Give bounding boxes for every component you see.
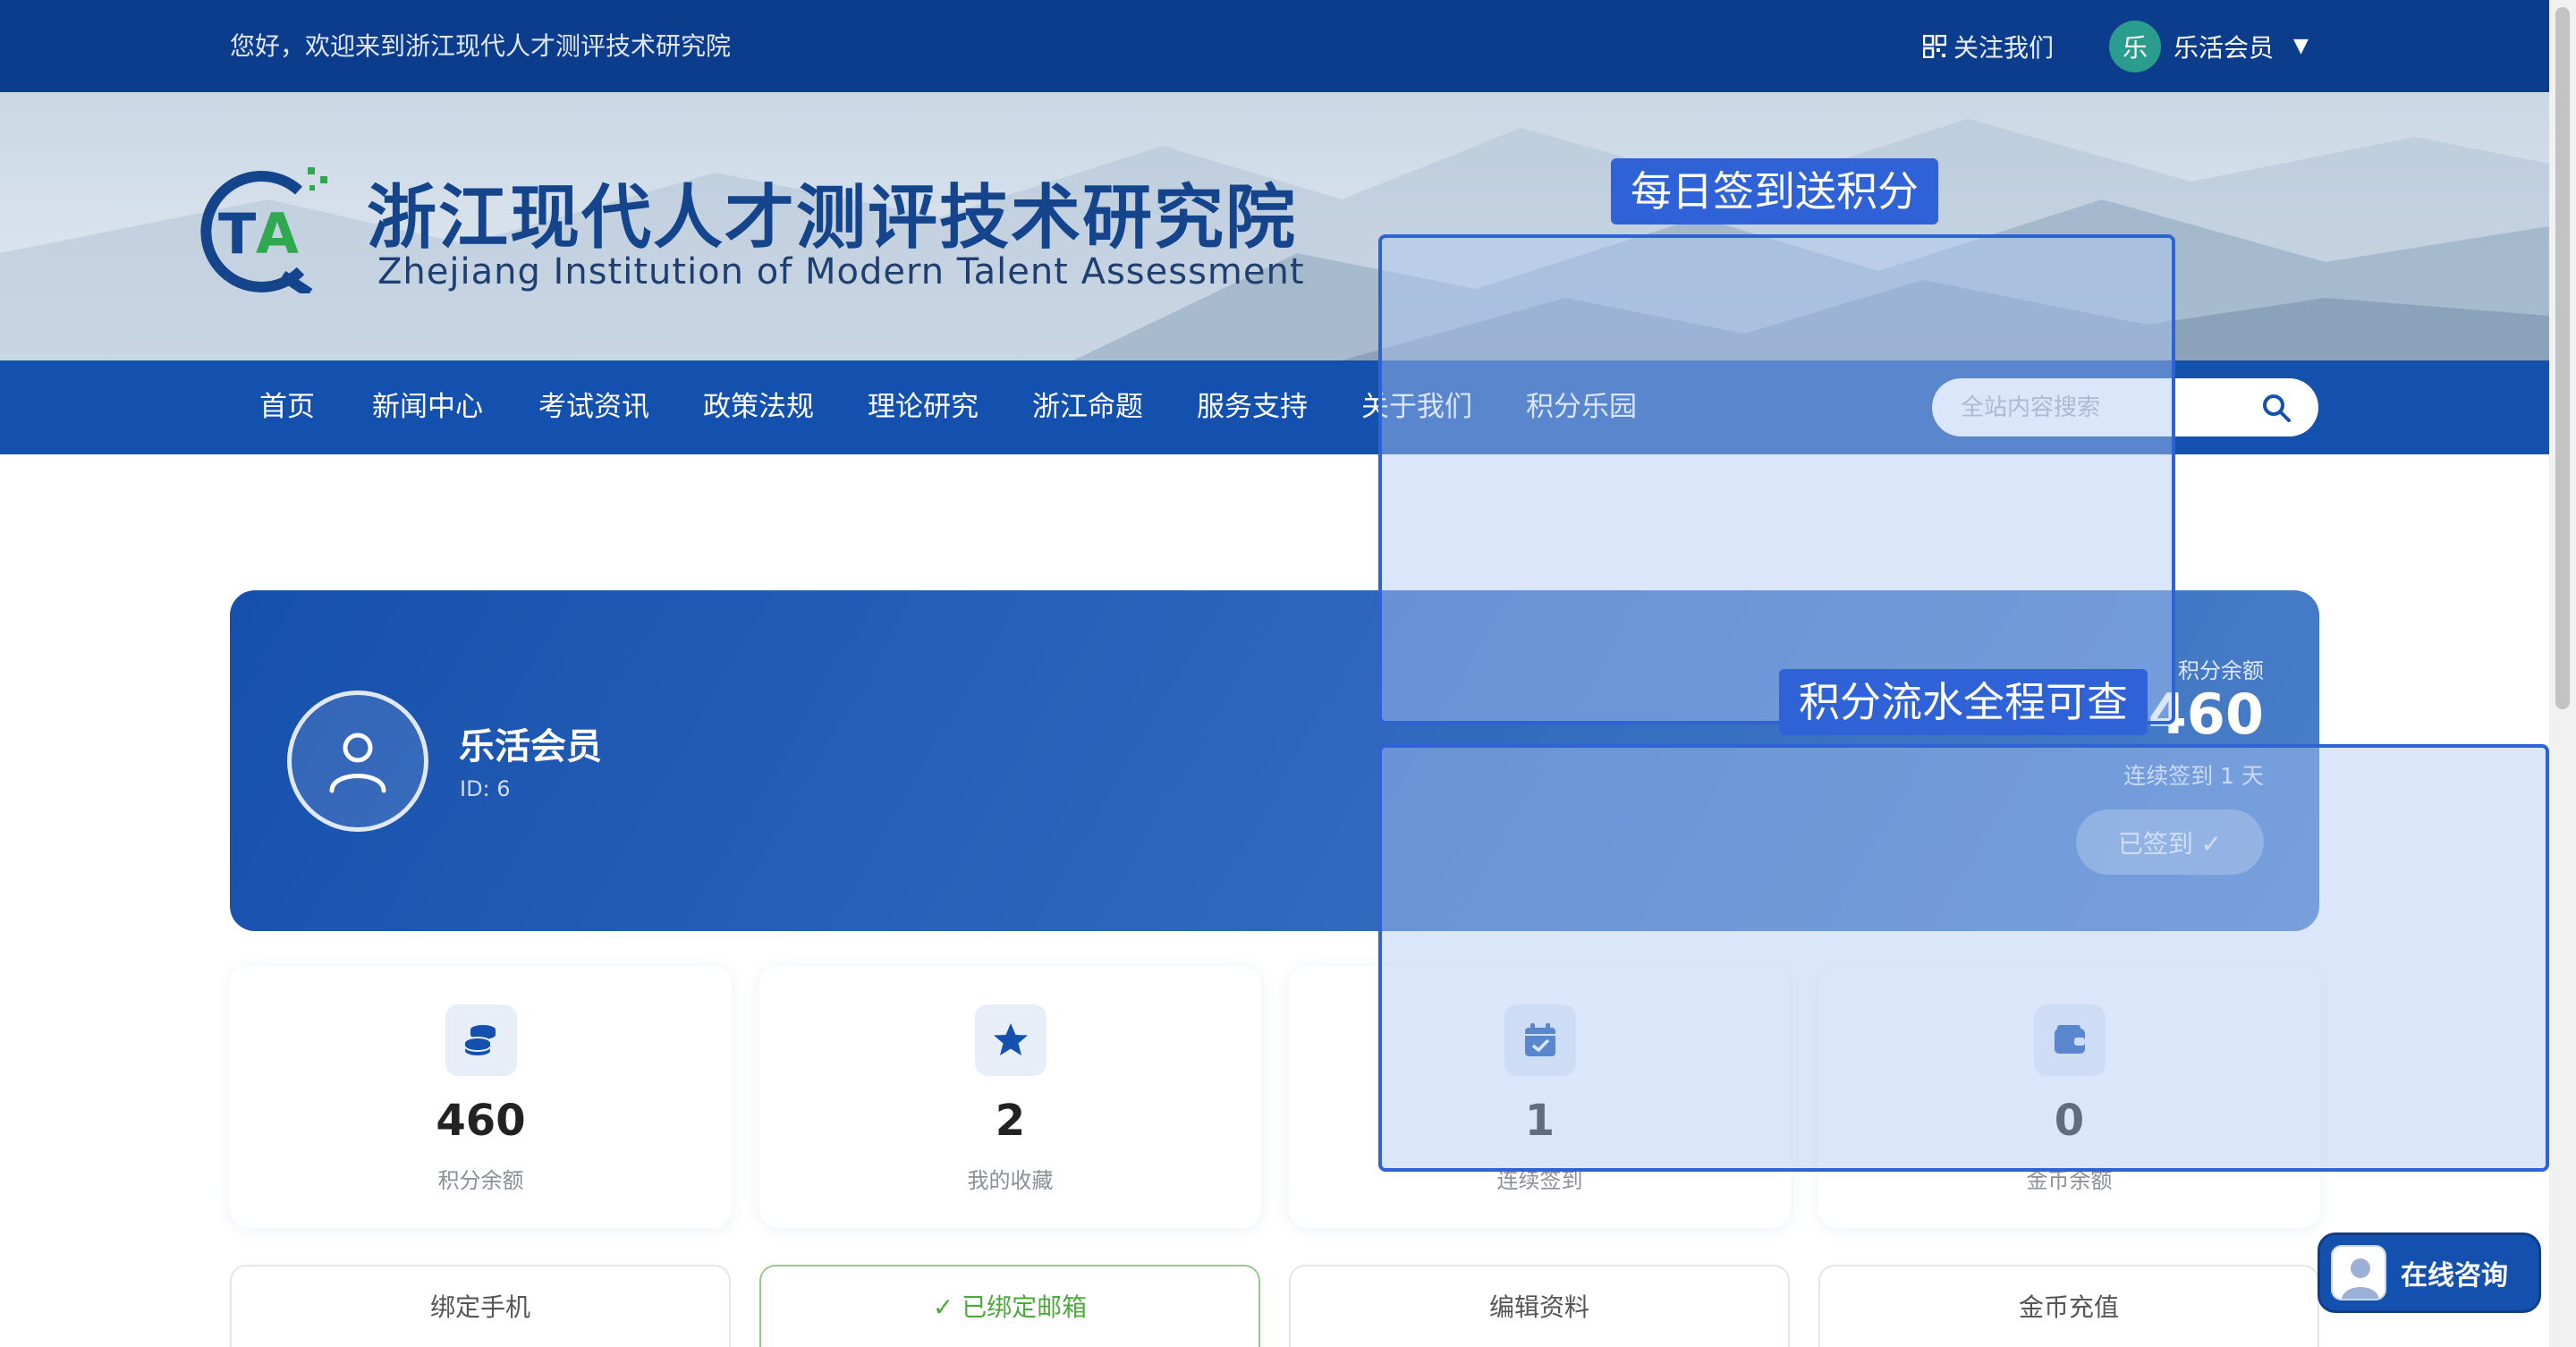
highlight-label-ledger: 积分流水全程可查: [1779, 669, 2148, 735]
coins-icon: [445, 1004, 517, 1076]
follow-us-label: 关注我们: [1953, 32, 2055, 63]
qr-code-icon: [1923, 34, 1946, 58]
welcome-text: 您好，欢迎来到浙江现代人才测评技术研究院: [230, 31, 732, 61]
stat-label: 我的收藏: [967, 1168, 1054, 1193]
highlight-label-signin: 每日签到送积分: [1611, 158, 1938, 224]
scrollbar-thumb[interactable]: [2555, 7, 2570, 709]
email-bound-button[interactable]: ✓ 已绑定邮箱: [759, 1265, 1260, 1347]
stat-label: 积分余额: [437, 1168, 524, 1193]
profile-id: ID: 6: [460, 776, 511, 801]
balance-label: 积分余额: [2178, 658, 2264, 683]
stat-card-points: 460 积分余额: [230, 966, 732, 1228]
chat-label: 在线咨询: [2401, 1260, 2508, 1292]
avatar: 乐: [2109, 20, 2161, 72]
svg-text:T: T: [218, 201, 256, 267]
top-bar: 您好，欢迎来到浙江现代人才测评技术研究院 关注我们 乐 乐活会员 ▼: [0, 0, 2549, 92]
recharge-coins-button[interactable]: 金币充值: [1818, 1265, 2319, 1347]
nav-item-service[interactable]: 服务支持: [1197, 360, 1308, 454]
bind-phone-button[interactable]: 绑定手机: [230, 1265, 731, 1347]
online-chat-button[interactable]: 在线咨询: [2318, 1233, 2541, 1313]
user-icon: [329, 733, 386, 793]
nav-item-theory[interactable]: 理论研究: [868, 360, 979, 454]
search-icon[interactable]: [2261, 393, 2292, 423]
highlight-box-signin: [1378, 234, 2175, 724]
user-menu[interactable]: 乐 乐活会员 ▼: [2109, 0, 2309, 92]
svg-text:A: A: [256, 201, 299, 267]
logo-title-en: Zhejiang Institution of Modern Talent As…: [377, 251, 1305, 292]
logo-title-cn: 浙江现代人才测评技术研究院: [367, 178, 1298, 258]
follow-us-link[interactable]: 关注我们: [1923, 0, 2054, 92]
nav-item-zhejiang-exam[interactable]: 浙江命题: [1032, 360, 1143, 454]
stat-card-favorites: 2 我的收藏: [759, 966, 1261, 1228]
nav-item-policy[interactable]: 政策法规: [703, 360, 814, 454]
chat-avatar-icon: [2331, 1245, 2386, 1300]
nav-item-news[interactable]: 新闻中心: [372, 360, 483, 454]
highlight-box-ledger: [1378, 744, 2549, 1172]
username: 乐活会员: [2174, 32, 2275, 63]
edit-profile-button[interactable]: 编辑资料: [1289, 1265, 1790, 1347]
caret-down-icon: ▼: [2293, 35, 2309, 57]
profile-avatar: [287, 690, 428, 832]
profile-name: 乐活会员: [459, 726, 602, 767]
nav-item-exam-info[interactable]: 考试资讯: [538, 360, 649, 454]
nav-item-home[interactable]: 首页: [259, 360, 315, 454]
logo-icon: T A: [200, 167, 327, 293]
stat-value: 2: [995, 1096, 1026, 1146]
star-icon: [975, 1004, 1046, 1076]
stat-value: 460: [436, 1096, 526, 1146]
